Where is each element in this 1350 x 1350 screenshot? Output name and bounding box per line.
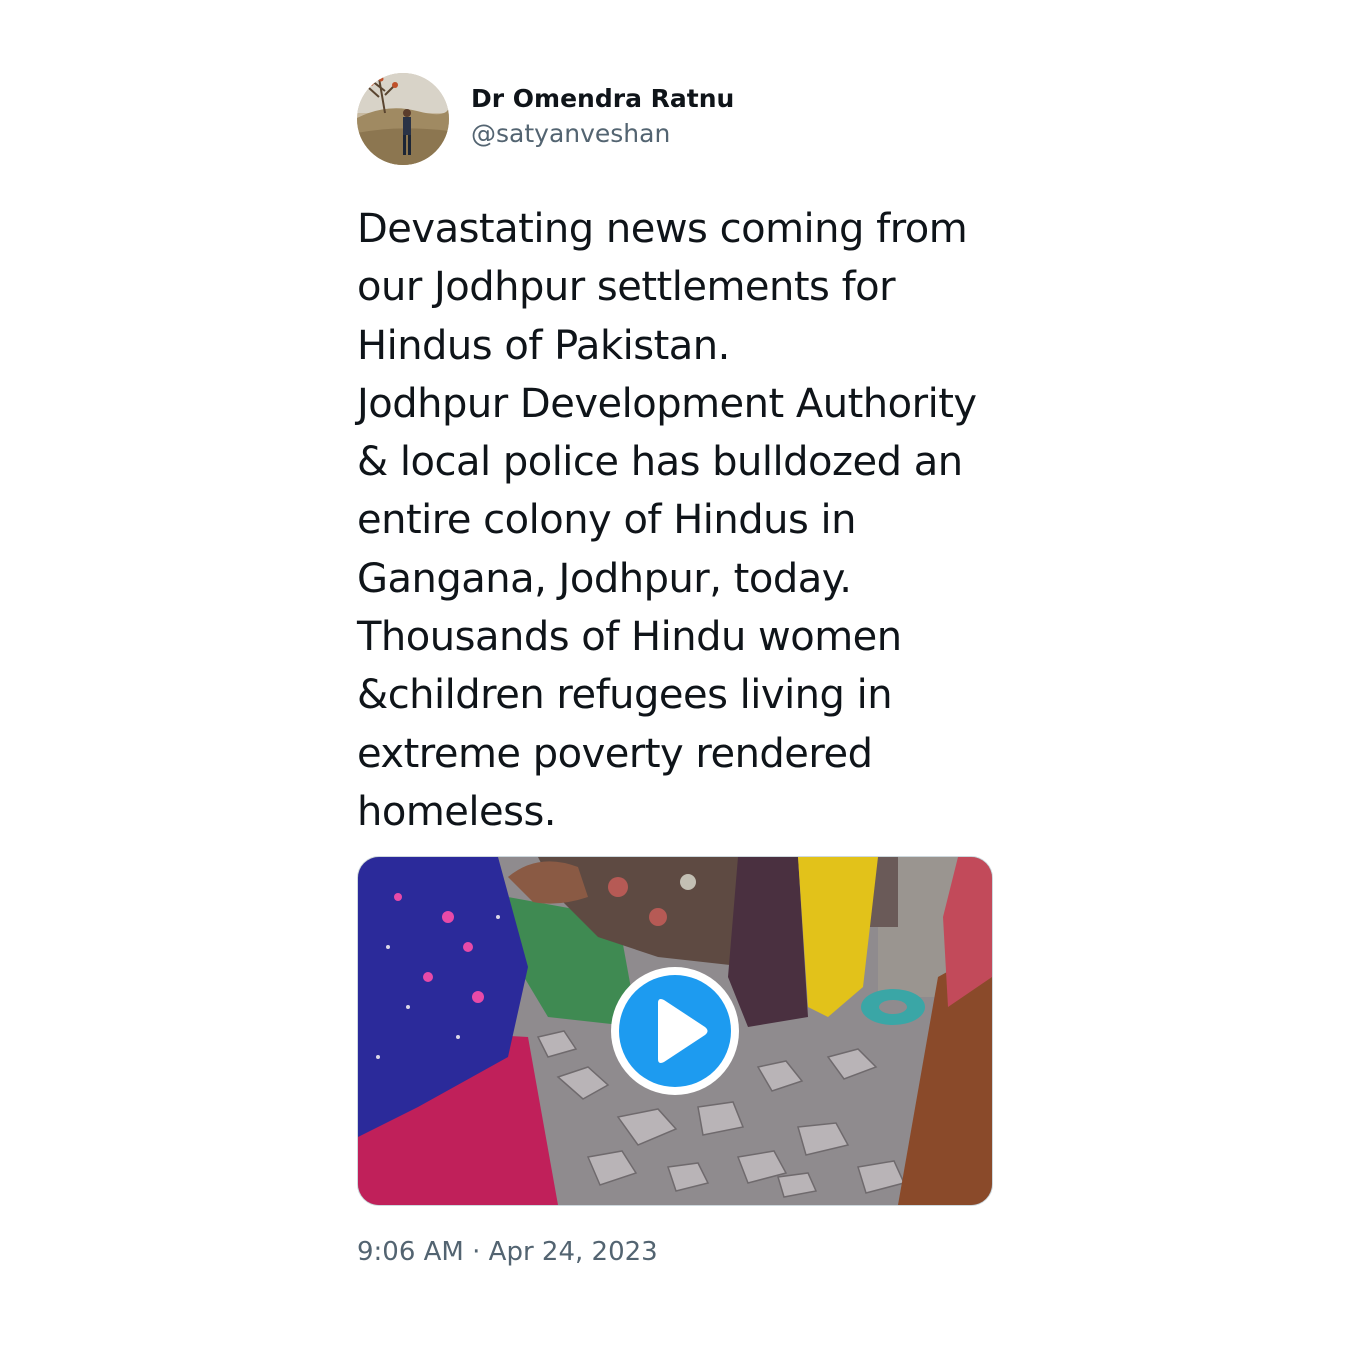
author-names: Dr Omendra Ratnu @satyanveshan xyxy=(471,82,734,152)
tweet-timestamp[interactable]: 9:06 AM · Apr 24, 2023 xyxy=(357,1234,658,1270)
avatar[interactable] xyxy=(357,73,449,165)
avatar-image xyxy=(357,73,449,165)
tweet-text: Devastating news coming from our Jodhpur… xyxy=(357,206,977,835)
tweet-card: Dr Omendra Ratnu @satyanveshan Devastati… xyxy=(357,72,993,1267)
video-thumbnail[interactable] xyxy=(357,856,993,1206)
author-display-name[interactable]: Dr Omendra Ratnu xyxy=(471,82,734,116)
tweet-header: Dr Omendra Ratnu @satyanveshan xyxy=(357,72,993,166)
play-icon xyxy=(658,999,708,1063)
play-button[interactable] xyxy=(611,967,739,1095)
author-handle[interactable]: @satyanveshan xyxy=(471,116,734,152)
